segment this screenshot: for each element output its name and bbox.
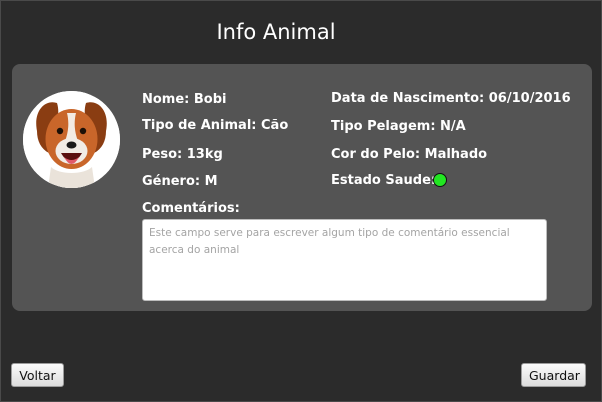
comments-label: Comentários: bbox=[142, 201, 240, 216]
animal-coat-type: Tipo Pelagem: N/A bbox=[331, 119, 466, 134]
save-button[interactable]: Guardar bbox=[521, 363, 586, 387]
dog-photo-icon bbox=[23, 91, 120, 188]
animal-info-card: Nome: Bobi Tipo de Animal: Cão Peso: 13k… bbox=[12, 64, 592, 311]
animal-type: Tipo de Animal: Cão bbox=[142, 118, 289, 133]
animal-avatar bbox=[23, 91, 120, 188]
info-animal-window: Info Animal Nome: Bobi Tipo de Animal: C… bbox=[0, 0, 602, 402]
animal-weight: Peso: 13kg bbox=[142, 147, 223, 162]
health-status-label: Estado Saude: bbox=[331, 173, 437, 188]
animal-gender: Género: M bbox=[142, 174, 218, 189]
animal-fur-color: Cor do Pelo: Malhado bbox=[331, 147, 488, 162]
comments-textarea[interactable] bbox=[142, 219, 547, 301]
health-status-indicator bbox=[433, 173, 447, 187]
animal-name: Nome: Bobi bbox=[142, 92, 227, 107]
animal-birth-date: Data de Nascimento: 06/10/2016 bbox=[331, 91, 571, 106]
page-title: Info Animal bbox=[216, 20, 336, 44]
back-button[interactable]: Voltar bbox=[11, 363, 64, 387]
